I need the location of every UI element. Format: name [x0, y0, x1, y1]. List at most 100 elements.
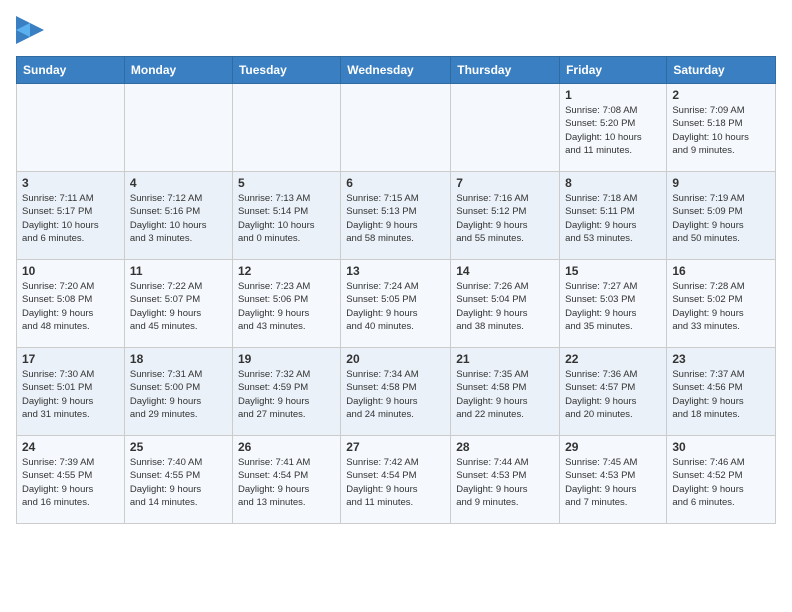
day-number: 4	[130, 176, 227, 190]
day-number: 1	[565, 88, 661, 102]
day-info: Sunrise: 7:19 AM Sunset: 5:09 PM Dayligh…	[672, 192, 770, 245]
day-number: 21	[456, 352, 554, 366]
day-info: Sunrise: 7:36 AM Sunset: 4:57 PM Dayligh…	[565, 368, 661, 421]
day-info: Sunrise: 7:32 AM Sunset: 4:59 PM Dayligh…	[238, 368, 335, 421]
day-number: 6	[346, 176, 445, 190]
day-number: 15	[565, 264, 661, 278]
calendar-day-empty	[232, 84, 340, 172]
day-info: Sunrise: 7:46 AM Sunset: 4:52 PM Dayligh…	[672, 456, 770, 509]
calendar-day-16: 16Sunrise: 7:28 AM Sunset: 5:02 PM Dayli…	[667, 260, 776, 348]
calendar-day-11: 11 Sunrise: 7:22 AM Sunset: 5:07 PM Dayli…	[124, 260, 232, 348]
calendar-day-6: 6 Sunrise: 7:15 AM Sunset: 5:13 PM Daylig…	[341, 172, 451, 260]
day-number: 19	[238, 352, 335, 366]
day-number: 10	[22, 264, 119, 278]
calendar-day-1: 1 Sunrise: 7:08 AM Sunset: 5:20 PM Daylig…	[560, 84, 667, 172]
day-number: 22	[565, 352, 661, 366]
day-info: Sunrise: 7:26 AM Sunset: 5:04 PM Dayligh…	[456, 280, 554, 333]
calendar-week-row: 17 Sunrise: 7:30 AM Sunset: 5:01 PM Dayli…	[17, 348, 776, 436]
weekday-header-monday: Monday	[124, 57, 232, 84]
day-number: 16	[672, 264, 770, 278]
calendar-day-26: 26 Sunrise: 7:41 AM Sunset: 4:54 PM Dayli…	[232, 436, 340, 524]
calendar-day-24: 24 Sunrise: 7:39 AM Sunset: 4:55 PM Dayli…	[17, 436, 125, 524]
logo	[16, 16, 48, 44]
day-number: 28	[456, 440, 554, 454]
calendar-day-27: 27 Sunrise: 7:42 AM Sunset: 4:54 PM Dayli…	[341, 436, 451, 524]
calendar-day-3: 3 Sunrise: 7:11 AM Sunset: 5:17 PM Daylig…	[17, 172, 125, 260]
calendar-week-row: 24 Sunrise: 7:39 AM Sunset: 4:55 PM Dayli…	[17, 436, 776, 524]
day-info: Sunrise: 7:24 AM Sunset: 5:05 PM Dayligh…	[346, 280, 445, 333]
day-info: Sunrise: 7:42 AM Sunset: 4:54 PM Dayligh…	[346, 456, 445, 509]
day-info: Sunrise: 7:11 AM Sunset: 5:17 PM Dayligh…	[22, 192, 119, 245]
calendar-day-10: 10 Sunrise: 7:20 AM Sunset: 5:08 PM Dayli…	[17, 260, 125, 348]
day-number: 7	[456, 176, 554, 190]
calendar-day-25: 25Sunrise: 7:40 AM Sunset: 4:55 PM Dayli…	[124, 436, 232, 524]
day-info: Sunrise: 7:12 AM Sunset: 5:16 PM Dayligh…	[130, 192, 227, 245]
calendar-day-15: 15 Sunrise: 7:27 AM Sunset: 5:03 PM Dayli…	[560, 260, 667, 348]
day-info: Sunrise: 7:30 AM Sunset: 5:01 PM Dayligh…	[22, 368, 119, 421]
calendar-day-8: 8Sunrise: 7:18 AM Sunset: 5:11 PM Daylig…	[560, 172, 667, 260]
calendar-day-23: 23 Sunrise: 7:37 AM Sunset: 4:56 PM Dayli…	[667, 348, 776, 436]
day-number: 5	[238, 176, 335, 190]
weekday-header-saturday: Saturday	[667, 57, 776, 84]
calendar-day-empty	[124, 84, 232, 172]
calendar-day-9: 9 Sunrise: 7:19 AM Sunset: 5:09 PM Daylig…	[667, 172, 776, 260]
calendar-day-5: 5Sunrise: 7:13 AM Sunset: 5:14 PM Daylig…	[232, 172, 340, 260]
weekday-header-row: SundayMondayTuesdayWednesdayThursdayFrid…	[17, 57, 776, 84]
day-number: 26	[238, 440, 335, 454]
weekday-header-thursday: Thursday	[451, 57, 560, 84]
day-info: Sunrise: 7:41 AM Sunset: 4:54 PM Dayligh…	[238, 456, 335, 509]
day-number: 24	[22, 440, 119, 454]
day-number: 18	[130, 352, 227, 366]
calendar-day-28: 28 Sunrise: 7:44 AM Sunset: 4:53 PM Dayli…	[451, 436, 560, 524]
day-number: 20	[346, 352, 445, 366]
calendar-day-14: 14 Sunrise: 7:26 AM Sunset: 5:04 PM Dayli…	[451, 260, 560, 348]
day-number: 27	[346, 440, 445, 454]
calendar-day-18: 18Sunrise: 7:31 AM Sunset: 5:00 PM Dayli…	[124, 348, 232, 436]
day-number: 17	[22, 352, 119, 366]
day-info: Sunrise: 7:16 AM Sunset: 5:12 PM Dayligh…	[456, 192, 554, 245]
day-number: 13	[346, 264, 445, 278]
day-info: Sunrise: 7:45 AM Sunset: 4:53 PM Dayligh…	[565, 456, 661, 509]
day-number: 2	[672, 88, 770, 102]
day-info: Sunrise: 7:44 AM Sunset: 4:53 PM Dayligh…	[456, 456, 554, 509]
day-number: 3	[22, 176, 119, 190]
day-info: Sunrise: 7:35 AM Sunset: 4:58 PM Dayligh…	[456, 368, 554, 421]
calendar-day-21: 21 Sunrise: 7:35 AM Sunset: 4:58 PM Dayli…	[451, 348, 560, 436]
day-info: Sunrise: 7:23 AM Sunset: 5:06 PM Dayligh…	[238, 280, 335, 333]
calendar-day-13: 13 Sunrise: 7:24 AM Sunset: 5:05 PM Dayli…	[341, 260, 451, 348]
day-info: Sunrise: 7:20 AM Sunset: 5:08 PM Dayligh…	[22, 280, 119, 333]
calendar-day-empty	[451, 84, 560, 172]
day-info: Sunrise: 7:22 AM Sunset: 5:07 PM Dayligh…	[130, 280, 227, 333]
calendar-day-29: 29 Sunrise: 7:45 AM Sunset: 4:53 PM Dayli…	[560, 436, 667, 524]
calendar-day-20: 20Sunrise: 7:34 AM Sunset: 4:58 PM Dayli…	[341, 348, 451, 436]
calendar-day-7: 7 Sunrise: 7:16 AM Sunset: 5:12 PM Daylig…	[451, 172, 560, 260]
day-info: Sunrise: 7:27 AM Sunset: 5:03 PM Dayligh…	[565, 280, 661, 333]
calendar-day-30: 30 Sunrise: 7:46 AM Sunset: 4:52 PM Dayli…	[667, 436, 776, 524]
logo-icon	[16, 16, 44, 44]
day-info: Sunrise: 7:08 AM Sunset: 5:20 PM Dayligh…	[565, 104, 661, 157]
day-number: 9	[672, 176, 770, 190]
day-number: 8	[565, 176, 661, 190]
day-number: 11	[130, 264, 227, 278]
calendar-day-12: 12 Sunrise: 7:23 AM Sunset: 5:06 PM Dayli…	[232, 260, 340, 348]
day-info: Sunrise: 7:37 AM Sunset: 4:56 PM Dayligh…	[672, 368, 770, 421]
calendar-table: SundayMondayTuesdayWednesdayThursdayFrid…	[16, 56, 776, 524]
calendar-day-empty	[341, 84, 451, 172]
calendar-week-row: 1 Sunrise: 7:08 AM Sunset: 5:20 PM Daylig…	[17, 84, 776, 172]
calendar-week-row: 10 Sunrise: 7:20 AM Sunset: 5:08 PM Dayli…	[17, 260, 776, 348]
calendar-day-19: 19 Sunrise: 7:32 AM Sunset: 4:59 PM Dayli…	[232, 348, 340, 436]
day-number: 29	[565, 440, 661, 454]
calendar-day-2: 2 Sunrise: 7:09 AM Sunset: 5:18 PM Daylig…	[667, 84, 776, 172]
day-info: Sunrise: 7:15 AM Sunset: 5:13 PM Dayligh…	[346, 192, 445, 245]
calendar-day-17: 17 Sunrise: 7:30 AM Sunset: 5:01 PM Dayli…	[17, 348, 125, 436]
day-info: Sunrise: 7:39 AM Sunset: 4:55 PM Dayligh…	[22, 456, 119, 509]
weekday-header-wednesday: Wednesday	[341, 57, 451, 84]
day-number: 23	[672, 352, 770, 366]
day-number: 25	[130, 440, 227, 454]
weekday-header-sunday: Sunday	[17, 57, 125, 84]
day-number: 14	[456, 264, 554, 278]
day-info: Sunrise: 7:09 AM Sunset: 5:18 PM Dayligh…	[672, 104, 770, 157]
day-number: 12	[238, 264, 335, 278]
day-number: 30	[672, 440, 770, 454]
calendar-week-row: 3 Sunrise: 7:11 AM Sunset: 5:17 PM Daylig…	[17, 172, 776, 260]
